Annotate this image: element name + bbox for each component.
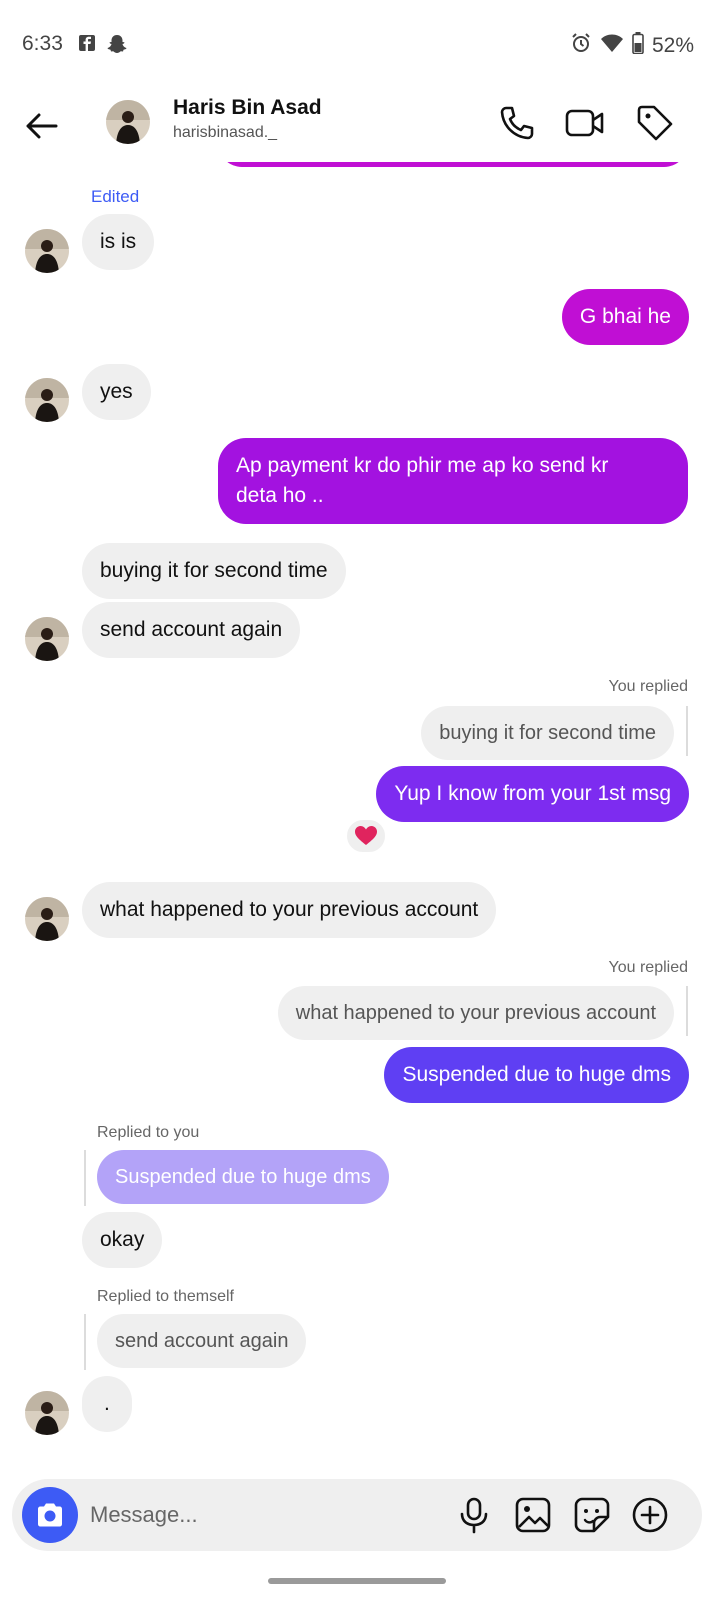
replied-to-themself-label: Replied to themself (97, 1288, 234, 1305)
microphone-icon (460, 1497, 488, 1534)
battery-icon (632, 32, 644, 60)
alarm-icon (570, 32, 592, 60)
message-bubble-incoming[interactable]: buying it for second time (82, 543, 346, 599)
status-right: 52% (570, 32, 694, 60)
replied-to-you-label: Replied to you (97, 1124, 200, 1141)
home-indicator[interactable] (268, 1578, 446, 1584)
message-bubble-outgoing[interactable]: G bhai he (561, 289, 689, 345)
message-input[interactable] (90, 1497, 430, 1533)
message-line: deta ho .. (236, 484, 324, 507)
reply-line (686, 706, 688, 756)
avatar (25, 1391, 69, 1435)
you-replied-label: You replied (608, 959, 688, 976)
back-arrow-icon (26, 113, 58, 139)
avatar (25, 378, 69, 422)
message-composer (12, 1479, 702, 1551)
message-bubble-incoming[interactable]: . (82, 1376, 132, 1432)
message-bubble-incoming[interactable]: what happened to your previous account (82, 882, 497, 938)
gallery-button[interactable] (513, 1495, 553, 1535)
call-button[interactable] (496, 102, 538, 144)
facebook-icon (78, 34, 96, 57)
battery-percent: 52% (651, 34, 694, 57)
plus-circle-icon (632, 1497, 668, 1533)
image-icon (515, 1497, 551, 1533)
you-replied-label: You replied (608, 678, 688, 695)
camera-button[interactable] (22, 1487, 78, 1543)
reply-quote[interactable]: send account again (97, 1314, 307, 1368)
reply-line (84, 1150, 86, 1206)
tag-icon (637, 105, 673, 141)
more-options-button[interactable] (630, 1495, 670, 1535)
message-bubble-incoming[interactable]: okay (82, 1212, 163, 1268)
message-line: Ap payment kr do phir me ap ko send kr (236, 454, 609, 477)
avatar[interactable] (106, 100, 150, 144)
video-call-button[interactable] (564, 102, 606, 144)
edited-label: Edited (91, 187, 140, 206)
message-bubble-incoming[interactable]: yes (82, 364, 151, 420)
camera-icon (38, 1503, 62, 1527)
message-bubble-outgoing[interactable]: Suspended due to huge dms (384, 1047, 689, 1103)
reply-quote[interactable]: buying it for second time (421, 706, 674, 760)
avatar (25, 897, 69, 941)
message-bubble-outgoing[interactable]: Ap payment kr do phir me ap ko send kr d… (218, 438, 688, 524)
avatar (25, 617, 69, 661)
message-bubble-outgoing[interactable]: Yup I know from your 1st msg (376, 766, 689, 822)
reply-line (84, 1314, 86, 1370)
microphone-button[interactable] (454, 1495, 494, 1535)
reply-line (686, 986, 688, 1036)
snapchat-icon (106, 34, 128, 59)
sticker-icon (574, 1497, 610, 1533)
tag-button[interactable] (634, 102, 676, 144)
status-time: 6:33 (22, 32, 63, 55)
sticker-button[interactable] (572, 1495, 612, 1535)
message-bubble-incoming[interactable]: send account again (82, 602, 301, 658)
phone-icon (500, 106, 534, 140)
reply-quote[interactable]: what happened to your previous account (277, 986, 674, 1040)
chat-header: Haris Bin Asad harisbinasad._ (0, 90, 714, 162)
back-button[interactable] (20, 104, 64, 148)
avatar (25, 229, 69, 273)
status-bar: 6:33 52% (0, 0, 714, 90)
contact-name[interactable]: Haris Bin Asad (173, 96, 322, 120)
reaction-badge[interactable]: ❤️ (345, 818, 387, 854)
reply-quote[interactable]: Suspended due to huge dms (97, 1150, 389, 1204)
wifi-icon (600, 33, 624, 59)
message-bubble-incoming[interactable]: is is (82, 214, 155, 270)
contact-handle[interactable]: harisbinasad._ (173, 124, 277, 142)
video-camera-icon (565, 109, 604, 137)
heart-icon (355, 826, 377, 845)
